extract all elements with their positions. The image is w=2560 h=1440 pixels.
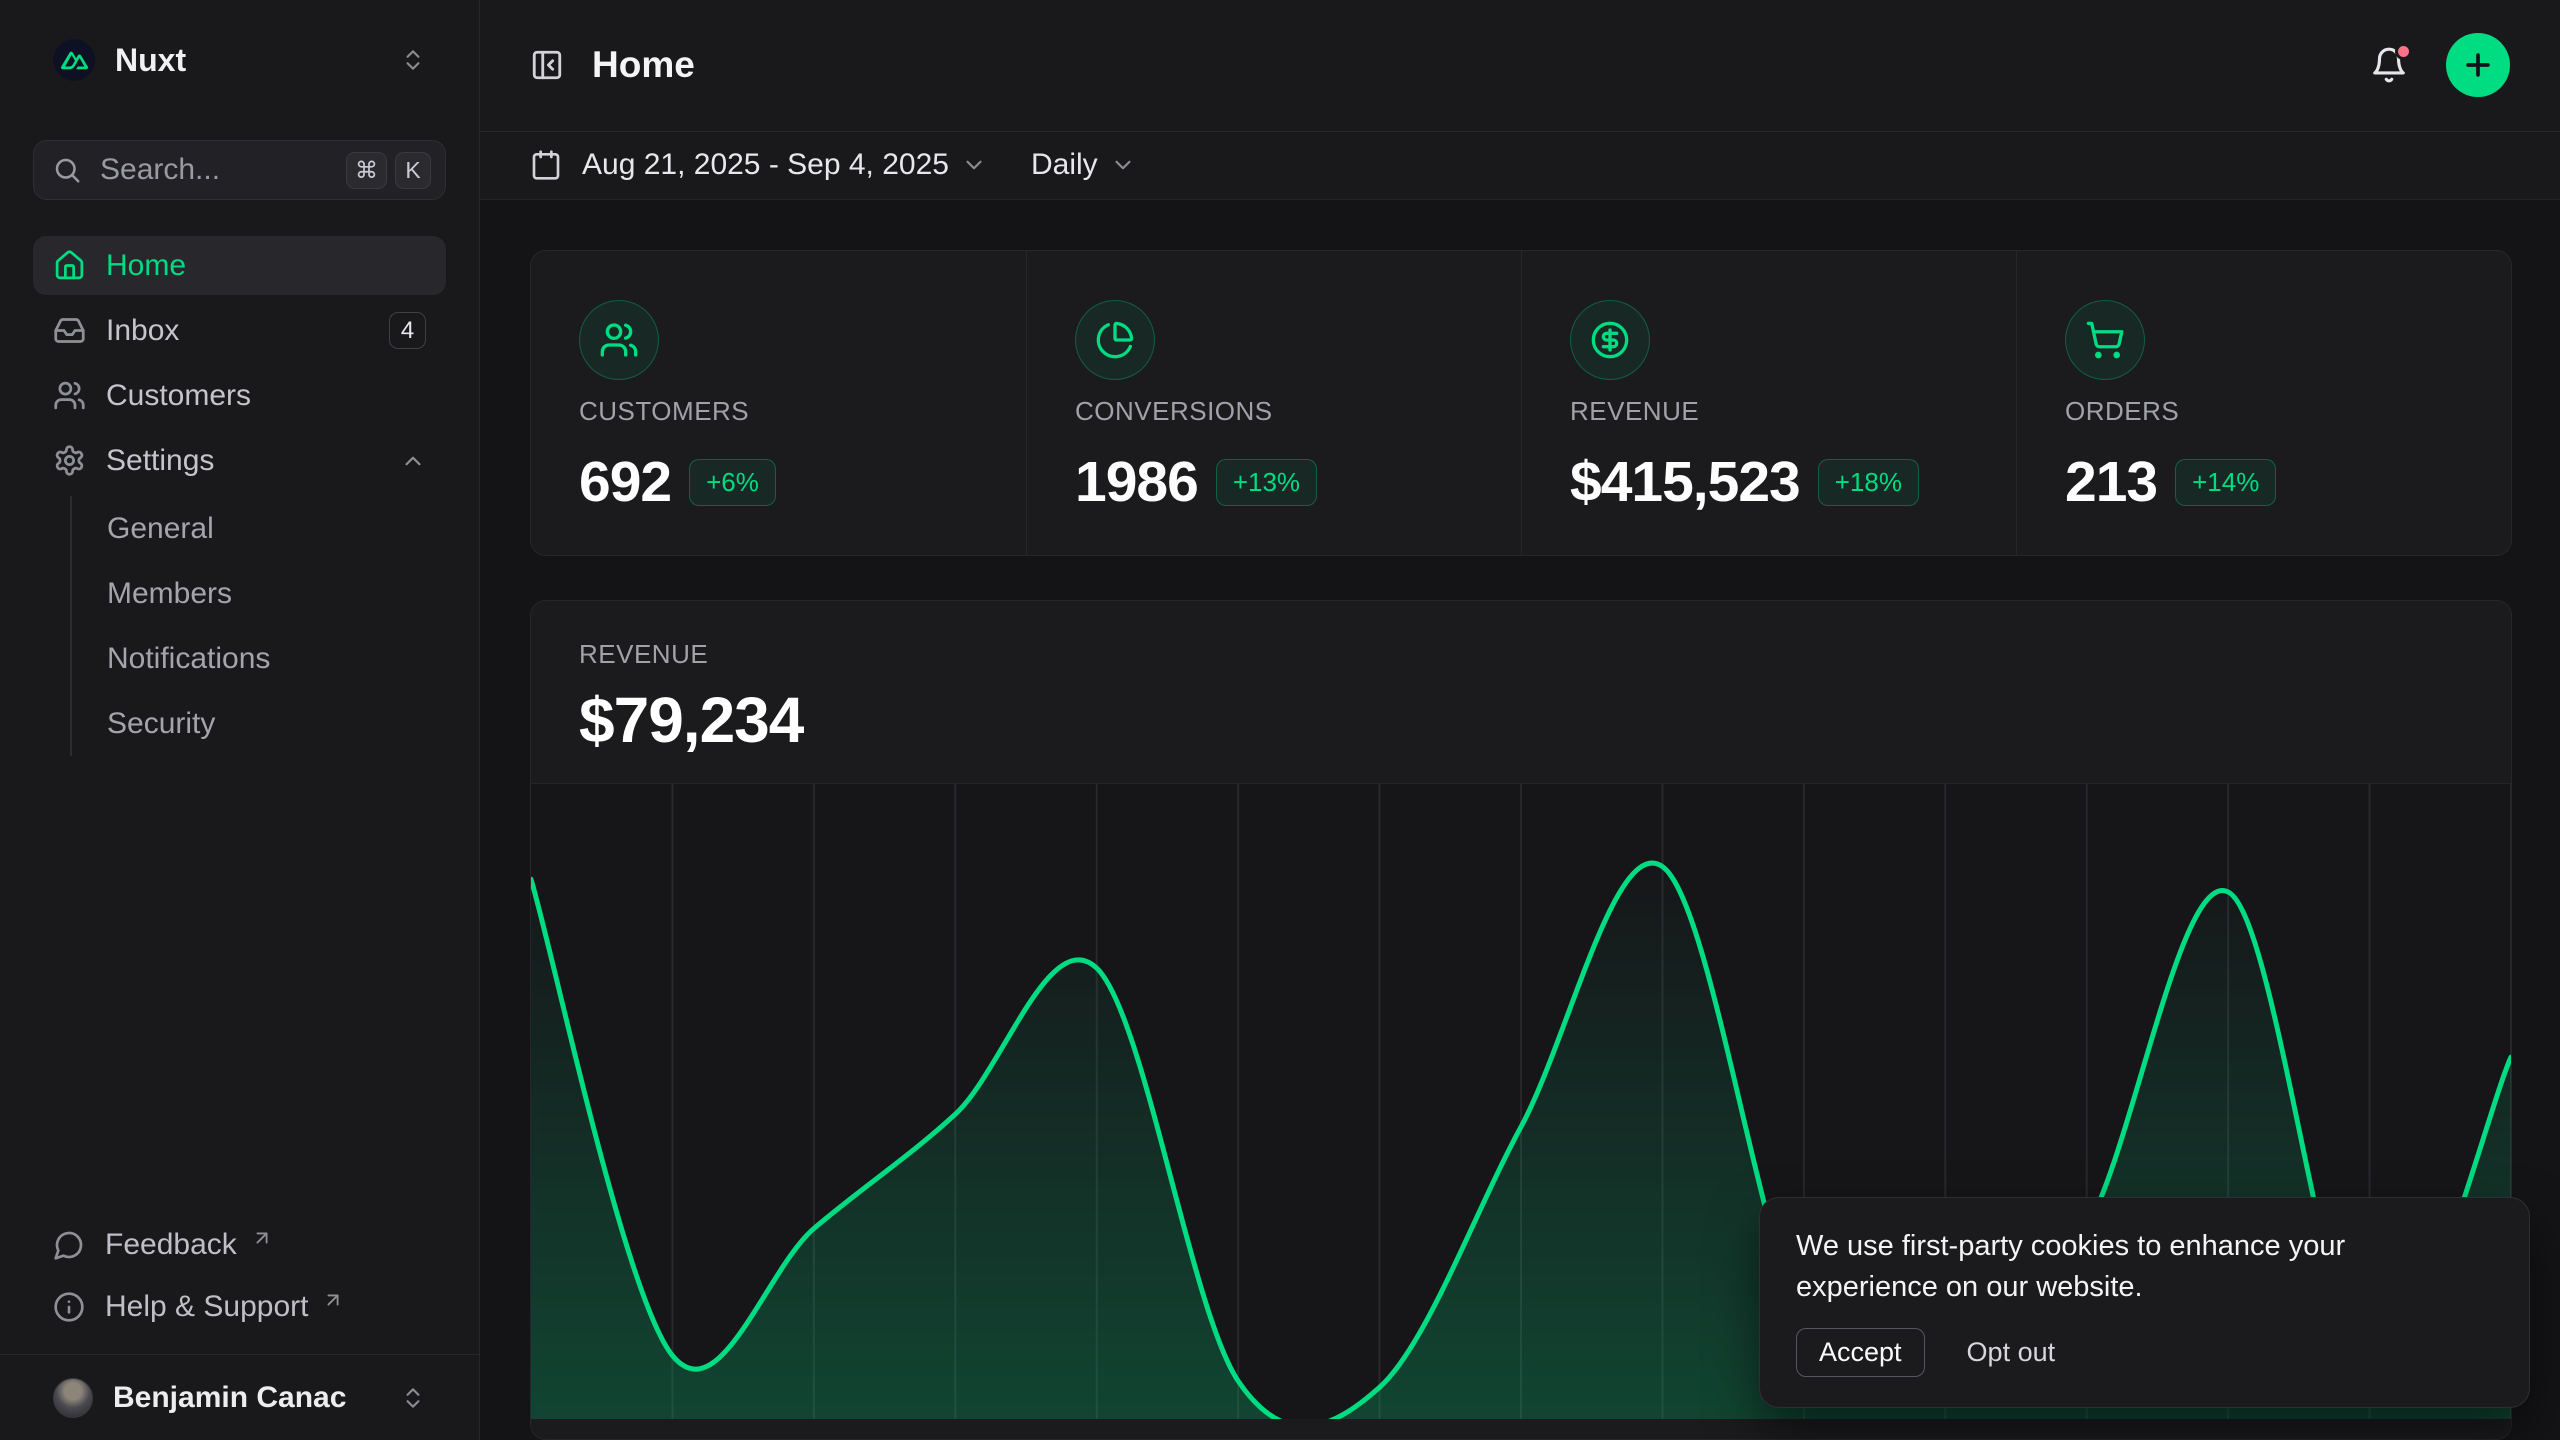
page-header: Home xyxy=(480,0,2560,132)
gear-icon xyxy=(53,444,86,477)
inbox-count-badge: 4 xyxy=(389,312,426,349)
stat-value: 692 xyxy=(579,449,671,515)
pie-chart-icon xyxy=(1075,300,1155,380)
header-actions xyxy=(2370,33,2510,97)
avatar xyxy=(53,1378,93,1418)
sidebar-item-label: Inbox xyxy=(106,314,179,348)
granularity-value: Daily xyxy=(1031,148,1098,182)
accept-button[interactable]: Accept xyxy=(1796,1328,1925,1377)
stat-delta-badge: +13% xyxy=(1216,459,1317,506)
settings-sub-list: General Members Notifications Security xyxy=(70,496,446,756)
stat-label: CUSTOMERS xyxy=(579,396,978,427)
filters-toolbar: Aug 21, 2025 - Sep 4, 2025 Daily xyxy=(480,132,2560,201)
sidebar-item-customers[interactable]: Customers xyxy=(33,366,446,425)
stat-value: $415,523 xyxy=(1570,449,1800,515)
users-icon xyxy=(579,300,659,380)
notifications-bell-icon[interactable] xyxy=(2370,46,2408,84)
cookie-actions: Accept Opt out xyxy=(1796,1328,2493,1377)
sidebar-item-members[interactable]: Members xyxy=(72,561,446,626)
team-name: Nuxt xyxy=(115,42,186,79)
home-icon xyxy=(53,249,86,282)
sidebar-nav: Home Inbox 4 Customers Settings Ge xyxy=(33,236,446,760)
sidebar: Nuxt Search... ⌘ K Home Inbox 4 xyxy=(0,0,480,1440)
chevrons-up-down-icon xyxy=(400,47,426,73)
date-range-value: Aug 21, 2025 - Sep 4, 2025 xyxy=(582,148,949,182)
message-bubble-icon xyxy=(53,1229,85,1261)
sidebar-item-general[interactable]: General xyxy=(72,496,446,561)
sidebar-item-label: Home xyxy=(106,249,186,283)
stat-label: CONVERSIONS xyxy=(1075,396,1473,427)
sidebar-item-label: Customers xyxy=(106,379,251,413)
sidebar-item-label: Settings xyxy=(106,444,214,478)
search-input[interactable]: Search... ⌘ K xyxy=(33,140,446,200)
calendar-icon xyxy=(530,149,562,181)
date-range-picker[interactable]: Aug 21, 2025 - Sep 4, 2025 xyxy=(530,148,987,182)
stat-value: 1986 xyxy=(1075,449,1198,515)
chevron-down-icon xyxy=(961,152,987,178)
stats-card: CUSTOMERS 692 +6% CONVERSIONS 1986 +13% xyxy=(530,250,2512,556)
chevrons-up-down-icon xyxy=(400,1385,426,1411)
page-title: Home xyxy=(592,44,695,86)
stat-revenue[interactable]: REVENUE $415,523 +18% xyxy=(1521,251,2016,555)
revenue-chart-header: REVENUE $79,234 xyxy=(531,601,2511,758)
user-menu[interactable]: Benjamin Canac xyxy=(33,1355,446,1440)
stat-value: 213 xyxy=(2065,449,2157,515)
collapse-sidebar-icon[interactable] xyxy=(530,48,564,82)
stat-delta-badge: +14% xyxy=(2175,459,2276,506)
search-shortcut: ⌘ K xyxy=(346,152,431,189)
external-link-icon xyxy=(322,1289,344,1311)
stat-customers[interactable]: CUSTOMERS 692 +6% xyxy=(531,251,1026,555)
revenue-chart-label: REVENUE xyxy=(579,639,2463,670)
search-icon xyxy=(52,155,82,185)
nuxt-logo-icon xyxy=(53,39,95,81)
cookie-banner: We use first-party cookies to enhance yo… xyxy=(1759,1197,2530,1408)
stat-label: ORDERS xyxy=(2065,396,2463,427)
stat-label: REVENUE xyxy=(1570,396,1968,427)
revenue-chart-total: $79,234 xyxy=(579,682,2463,758)
stat-conversions[interactable]: CONVERSIONS 1986 +13% xyxy=(1026,251,1521,555)
footer-link-label: Help & Support xyxy=(105,1290,308,1324)
dollar-circle-icon xyxy=(1570,300,1650,380)
sidebar-item-inbox[interactable]: Inbox 4 xyxy=(33,301,446,360)
team-switcher[interactable]: Nuxt xyxy=(33,28,446,92)
chevron-up-icon xyxy=(400,448,426,474)
stat-delta-badge: +18% xyxy=(1818,459,1919,506)
stat-orders[interactable]: ORDERS 213 +14% xyxy=(2016,251,2511,555)
cookie-message: We use first-party cookies to enhance yo… xyxy=(1796,1226,2416,1308)
users-icon xyxy=(53,379,86,412)
sidebar-item-help-support[interactable]: Help & Support xyxy=(33,1276,446,1338)
sidebar-item-security[interactable]: Security xyxy=(72,691,446,756)
sidebar-item-notifications[interactable]: Notifications xyxy=(72,626,446,691)
kbd-k: K xyxy=(395,152,431,189)
kbd-cmd: ⌘ xyxy=(346,152,387,189)
add-button[interactable] xyxy=(2446,33,2510,97)
chevron-down-icon xyxy=(1110,152,1136,178)
granularity-select[interactable]: Daily xyxy=(1031,148,1136,182)
user-name: Benjamin Canac xyxy=(113,1381,346,1415)
search-placeholder: Search... xyxy=(100,153,220,187)
inbox-icon xyxy=(53,314,86,347)
info-circle-icon xyxy=(53,1291,85,1323)
sidebar-item-feedback[interactable]: Feedback xyxy=(33,1214,446,1276)
stat-delta-badge: +6% xyxy=(689,459,776,506)
notification-dot xyxy=(2395,43,2412,60)
opt-out-button[interactable]: Opt out xyxy=(1967,1337,2056,1368)
shopping-cart-icon xyxy=(2065,300,2145,380)
footer-link-label: Feedback xyxy=(105,1228,237,1262)
sidebar-item-home[interactable]: Home xyxy=(33,236,446,295)
sidebar-spacer xyxy=(33,760,446,1214)
sidebar-item-settings[interactable]: Settings xyxy=(33,431,446,490)
external-link-icon xyxy=(251,1227,273,1249)
